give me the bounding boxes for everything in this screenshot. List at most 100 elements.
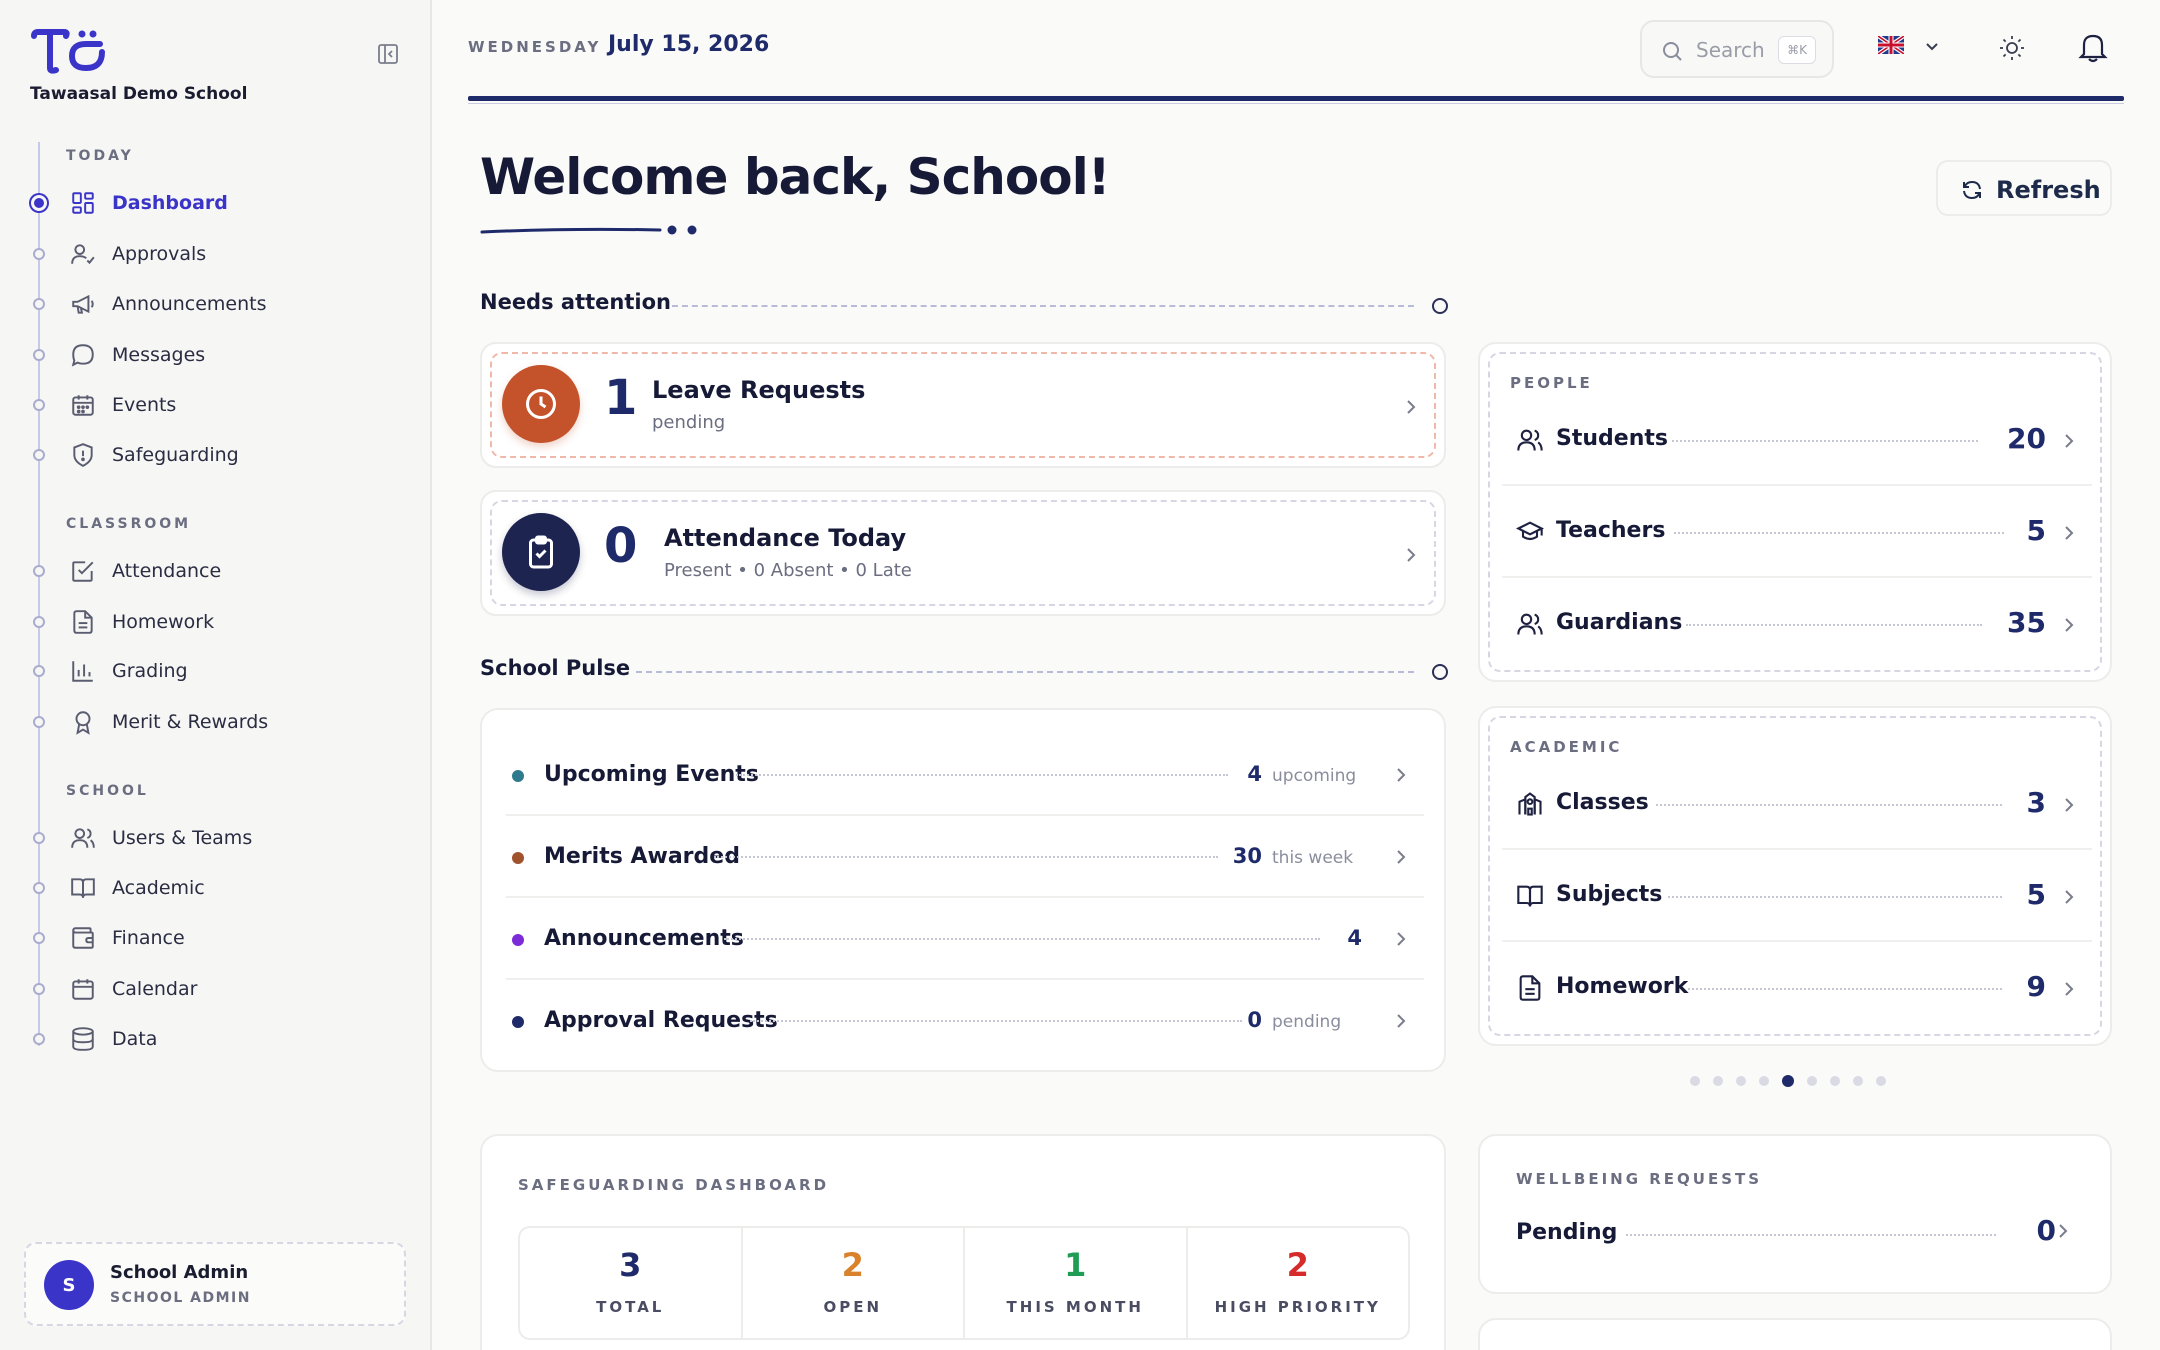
- search-input[interactable]: Search ⌘K: [1640, 20, 1834, 78]
- sidebar-item-events[interactable]: Events: [0, 383, 430, 427]
- people-name: Students: [1556, 426, 1668, 451]
- card-label-wellbeing: WELLBEING REQUESTS: [1516, 1170, 1763, 1188]
- people-count: 20: [2007, 422, 2046, 455]
- uk-flag-icon[interactable]: [1878, 36, 1904, 54]
- sidebar-item-finance[interactable]: Finance: [0, 916, 430, 960]
- chevron-down-icon[interactable]: [1922, 36, 1942, 56]
- carousel-dot[interactable]: [1759, 1076, 1769, 1086]
- sidebar-item-homework[interactable]: Homework: [0, 600, 430, 644]
- stat-this-month[interactable]: 1 THIS MONTH: [965, 1228, 1188, 1338]
- card-label-safeguarding: SAFEGUARDING DASHBOARD: [518, 1176, 830, 1194]
- academic-row-subjects[interactable]: Subjects 5: [1502, 850, 2092, 942]
- dashboard-grid-icon: [72, 192, 94, 214]
- leave-requests-card[interactable]: 1 Leave Requests pending: [480, 342, 1446, 468]
- stat-value: 2: [1286, 1246, 1309, 1284]
- pulse-row-merits-awarded[interactable]: Merits Awarded 30 this week: [506, 816, 1424, 898]
- section-label-today: TODAY: [66, 148, 134, 164]
- sidebar-item-safeguarding[interactable]: Safeguarding: [0, 433, 430, 477]
- stat-label: TOTAL: [596, 1298, 665, 1316]
- calendar-icon: [72, 979, 94, 1000]
- school-building-icon: [1518, 792, 1542, 816]
- carousel-dot[interactable]: [1713, 1076, 1723, 1086]
- sidebar-item-label: Dashboard: [112, 192, 228, 214]
- sidebar-item-label: Grading: [112, 660, 188, 682]
- sidebar-item-label: Messages: [112, 344, 206, 366]
- pulse-row-announcements[interactable]: Announcements 4: [506, 898, 1424, 980]
- people-count: 5: [2026, 514, 2046, 547]
- carousel-dot[interactable]: [1690, 1076, 1700, 1086]
- pulse-label: Approval Requests: [544, 1008, 778, 1033]
- search-shortcut: ⌘K: [1778, 36, 1816, 64]
- carousel-pagination: [1690, 1074, 1886, 1088]
- people-row-guardians[interactable]: Guardians 35: [1502, 578, 2092, 670]
- document-icon: [73, 610, 93, 634]
- sidebar-item-academic[interactable]: Academic: [0, 866, 430, 910]
- academic-row-classes[interactable]: Classes 3: [1502, 758, 2092, 850]
- attendance-today-card[interactable]: 0 Attendance Today Present • 0 Absent • …: [480, 490, 1446, 616]
- people-name: Teachers: [1556, 518, 1666, 543]
- nav-marker: [33, 349, 45, 361]
- chevron-right-icon: [1397, 1014, 1406, 1028]
- sidebar-item-dashboard[interactable]: Dashboard: [0, 181, 430, 225]
- stat-total[interactable]: 3 TOTAL: [520, 1228, 743, 1338]
- status-dot: [512, 852, 524, 864]
- refresh-button[interactable]: Refresh: [1936, 160, 2112, 216]
- academic-name: Classes: [1556, 790, 1649, 815]
- chevron-right-icon: [1397, 768, 1406, 782]
- academic-count: 5: [2026, 878, 2046, 911]
- section-divider-end: [1432, 664, 1448, 680]
- chevron-right-icon: [1397, 850, 1406, 864]
- chevron-right-icon: [2059, 1224, 2068, 1238]
- people-row-students[interactable]: Students 20: [1502, 394, 2092, 486]
- topbar-day: WEDNESDAY: [468, 38, 602, 56]
- sidebar-item-data[interactable]: Data: [0, 1017, 430, 1061]
- nav-marker: [33, 665, 45, 677]
- safeguarding-stats: 3 TOTAL 2 OPEN 1 THIS MONTH 2 HIGH PRIOR…: [518, 1226, 1410, 1340]
- academic-row-homework[interactable]: Homework 9: [1502, 942, 2092, 1034]
- sidebar-item-users-teams[interactable]: Users & Teams: [0, 816, 430, 860]
- user-profile-card[interactable]: S School Admin SCHOOL ADMIN: [24, 1242, 406, 1326]
- stat-value: 3: [619, 1246, 642, 1284]
- pulse-row-approval-requests[interactable]: Approval Requests 0 pending: [506, 980, 1424, 1062]
- sidebar-item-grading[interactable]: Grading: [0, 649, 430, 693]
- avatar: S: [44, 1260, 94, 1310]
- carousel-dot[interactable]: [1876, 1076, 1886, 1086]
- carousel-dot[interactable]: [1736, 1076, 1746, 1086]
- carousel-dot[interactable]: [1830, 1076, 1840, 1086]
- stat-value: 2: [841, 1246, 864, 1284]
- wellbeing-requests-card[interactable]: WELLBEING REQUESTS Pending 0: [1478, 1134, 2112, 1294]
- sidebar-item-label: Merit & Rewards: [112, 711, 269, 733]
- carousel-dot[interactable]: [1807, 1076, 1817, 1086]
- dotted-leader: [1672, 440, 1978, 442]
- dotted-leader: [1688, 988, 2002, 990]
- academic-count: 9: [2026, 970, 2046, 1003]
- section-title-needs-attention: Needs attention: [480, 290, 671, 314]
- sidebar-item-announcements[interactable]: Announcements: [0, 282, 430, 326]
- nav-marker: [33, 565, 45, 577]
- dotted-leader: [1674, 532, 2004, 534]
- sidebar-item-attendance[interactable]: Attendance: [0, 549, 430, 593]
- sidebar-item-merit-rewards[interactable]: Merit & Rewards: [0, 700, 430, 744]
- pulse-value: 30: [1232, 844, 1262, 868]
- dotted-leader: [1668, 896, 2002, 898]
- sidebar-item-label: Approvals: [112, 243, 207, 265]
- bell-icon[interactable]: [2076, 30, 2110, 64]
- carousel-dot[interactable]: [1782, 1075, 1794, 1087]
- pulse-row-upcoming-events[interactable]: Upcoming Events 4 upcoming: [506, 734, 1424, 816]
- sidebar-collapse-icon[interactable]: [376, 42, 400, 66]
- dotted-leader: [714, 856, 1218, 858]
- wallet-icon: [72, 927, 94, 949]
- chevron-right-icon: [1407, 548, 1416, 562]
- stat-open[interactable]: 2 OPEN: [743, 1228, 965, 1338]
- pulse-unit: upcoming: [1272, 766, 1357, 786]
- sidebar-item-calendar[interactable]: Calendar: [0, 967, 430, 1011]
- carousel-dot[interactable]: [1853, 1076, 1863, 1086]
- search-icon: [1663, 42, 1682, 61]
- chevron-right-icon: [2065, 618, 2074, 632]
- people-row-teachers[interactable]: Teachers 5: [1502, 486, 2092, 578]
- stat-high-priority[interactable]: 2 HIGH PRIORITY: [1188, 1228, 1409, 1338]
- sun-icon[interactable]: [1998, 34, 2026, 62]
- clipboard-check-icon: [529, 535, 553, 569]
- sidebar-item-approvals[interactable]: Approvals: [0, 232, 430, 276]
- sidebar-item-messages[interactable]: Messages: [0, 333, 430, 377]
